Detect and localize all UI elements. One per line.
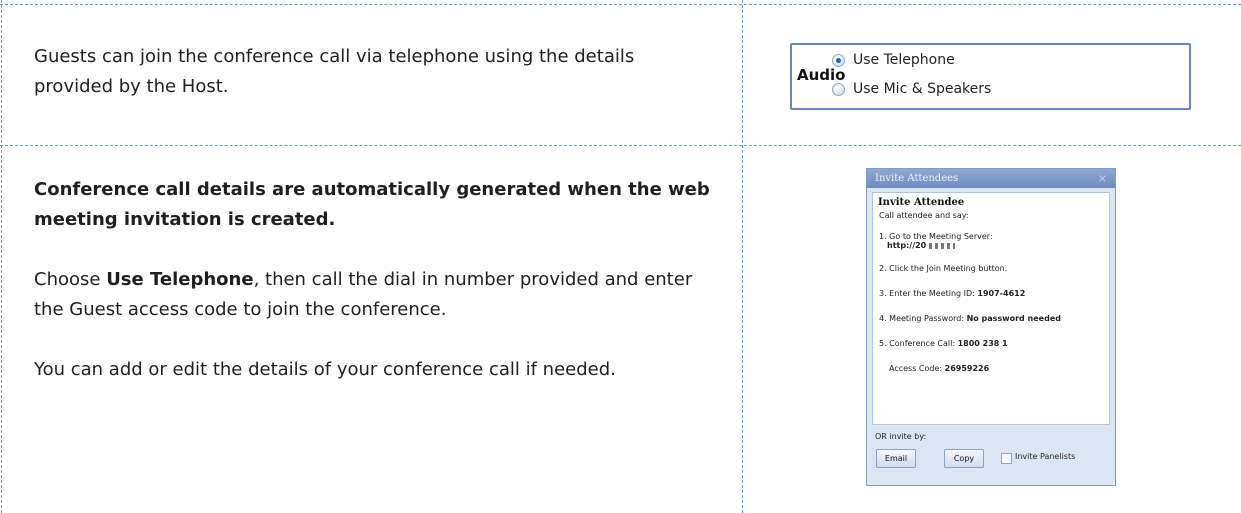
server-url-text: http://20	[887, 241, 927, 250]
use-telephone-emphasis: Use Telephone	[106, 269, 254, 290]
choose-telephone-paragraph: Choose Use Telephone, then call the dial…	[34, 265, 724, 325]
step-1: 1. Go to the Meeting Server:	[879, 232, 993, 241]
copy-button[interactable]: Copy	[944, 449, 984, 468]
server-url: http://20	[887, 241, 956, 250]
step-4: 4. Meeting Password: No password needed	[879, 314, 1061, 323]
row1-text-cell: Guests can join the conference call via …	[34, 42, 694, 102]
table-border-left	[1, 0, 2, 513]
guest-telephone-description: Guests can join the conference call via …	[34, 46, 635, 97]
step-4-label: 4. Meeting Password:	[879, 314, 967, 323]
dialog-title-bar: Invite Attendees ×	[867, 169, 1115, 188]
email-button[interactable]: Email	[876, 449, 916, 468]
dialog-intro: Call attendee and say:	[879, 211, 969, 220]
table-border-top	[0, 4, 1241, 5]
access-code: 26959226	[944, 364, 990, 373]
row2-text-cell: Conference call details are automaticall…	[34, 175, 724, 385]
step-2: 2. Click the Join Meeting button.	[879, 264, 1008, 273]
radio-selected-icon[interactable]	[832, 53, 845, 67]
or-invite-label: OR invite by:	[875, 432, 927, 441]
table-row-divider	[0, 145, 1241, 146]
invite-attendees-dialog: Invite Attendees × Invite Attendee Call …	[866, 168, 1116, 486]
meeting-password: No password needed	[966, 314, 1061, 323]
redacted-mask	[929, 242, 956, 249]
audio-settings-panel: Audio Use Telephone Use Mic & Speakers	[790, 43, 1191, 110]
step-3: 3. Enter the Meeting ID: 1907-4612	[879, 289, 1025, 298]
use-telephone-label: Use Telephone	[853, 52, 955, 68]
use-mic-speakers-option[interactable]: Use Mic & Speakers	[832, 81, 991, 97]
dialog-title: Invite Attendees	[875, 173, 959, 184]
invite-panelists-checkbox[interactable]	[1001, 453, 1012, 464]
access-code-label: Access Code:	[889, 364, 945, 373]
edit-details-paragraph: You can add or edit the details of your …	[34, 359, 616, 380]
auto-generated-heading: Conference call details are automaticall…	[34, 179, 710, 230]
dialog-content: Invite Attendee Call attendee and say: 1…	[872, 192, 1110, 425]
invite-panelists-label: Invite Panelists	[1015, 452, 1076, 461]
close-icon[interactable]: ×	[1098, 169, 1107, 188]
access-code-line: Access Code: 26959226	[889, 364, 989, 373]
conference-number: 1800 238 1	[957, 339, 1008, 348]
step-3-label: 3. Enter the Meeting ID:	[879, 289, 978, 298]
use-mic-speakers-label: Use Mic & Speakers	[853, 81, 992, 97]
use-telephone-option[interactable]: Use Telephone	[832, 52, 955, 68]
radio-unselected-icon[interactable]	[832, 82, 845, 96]
step-5-label: 5. Conference Call:	[879, 339, 958, 348]
dialog-heading: Invite Attendee	[878, 197, 965, 208]
step-5: 5. Conference Call: 1800 238 1	[879, 339, 1008, 348]
para-prefix: Choose	[34, 269, 107, 290]
table-column-divider	[742, 0, 743, 513]
meeting-id: 1907-4612	[977, 289, 1026, 298]
